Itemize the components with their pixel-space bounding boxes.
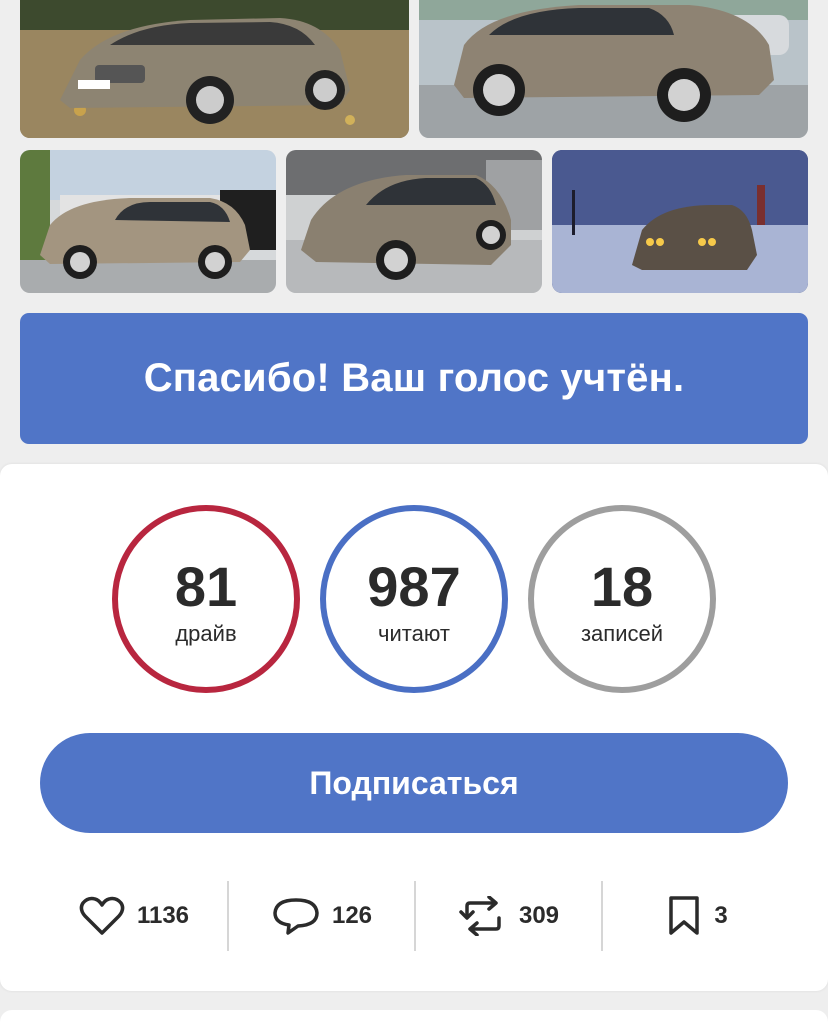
vote-confirmation-text: Спасибо! Ваш голос учтён. <box>143 356 685 400</box>
car-photo-2[interactable] <box>419 0 808 138</box>
action-bar: 1136 126 309 3 <box>0 878 828 954</box>
next-card <box>0 1010 828 1022</box>
car-photo-5[interactable] <box>552 150 808 293</box>
car-photo-3[interactable] <box>20 150 276 293</box>
stat-drive[interactable]: 81 драйв <box>112 505 300 693</box>
subscribe-button[interactable]: Подписаться <box>40 733 788 833</box>
bookmark-count: 3 <box>714 902 728 929</box>
stat-followers-value: 987 <box>367 555 461 618</box>
comment-icon <box>272 896 320 936</box>
repost-count: 309 <box>518 902 560 929</box>
like-count: 1136 <box>136 902 190 929</box>
car-photo-4[interactable] <box>286 150 542 293</box>
bookmark-icon <box>666 895 702 937</box>
stat-followers[interactable]: 987 читают <box>320 505 508 693</box>
repost-icon <box>459 896 507 936</box>
stat-posts[interactable]: 18 записей <box>528 505 716 693</box>
car-photo-1[interactable] <box>20 0 409 138</box>
stat-posts-label: записей <box>580 621 664 646</box>
like-button[interactable]: 1136 <box>40 878 228 954</box>
comments-button[interactable]: 126 <box>229 878 415 954</box>
heart-icon <box>79 896 125 936</box>
repost-button[interactable]: 309 <box>416 878 602 954</box>
stat-followers-label: читают <box>378 621 450 646</box>
stat-drive-value: 81 <box>174 555 238 618</box>
car-profile-page: Спасибо! Ваш голос учтён. 81 драйв 987 ч… <box>0 0 828 1022</box>
comment-count: 126 <box>331 902 373 929</box>
stat-posts-value: 18 <box>590 555 654 618</box>
vote-confirmation-banner: Спасибо! Ваш голос учтён. <box>20 313 808 444</box>
bookmark-button[interactable]: 3 <box>603 878 791 954</box>
stat-drive-label: драйв <box>175 621 237 646</box>
